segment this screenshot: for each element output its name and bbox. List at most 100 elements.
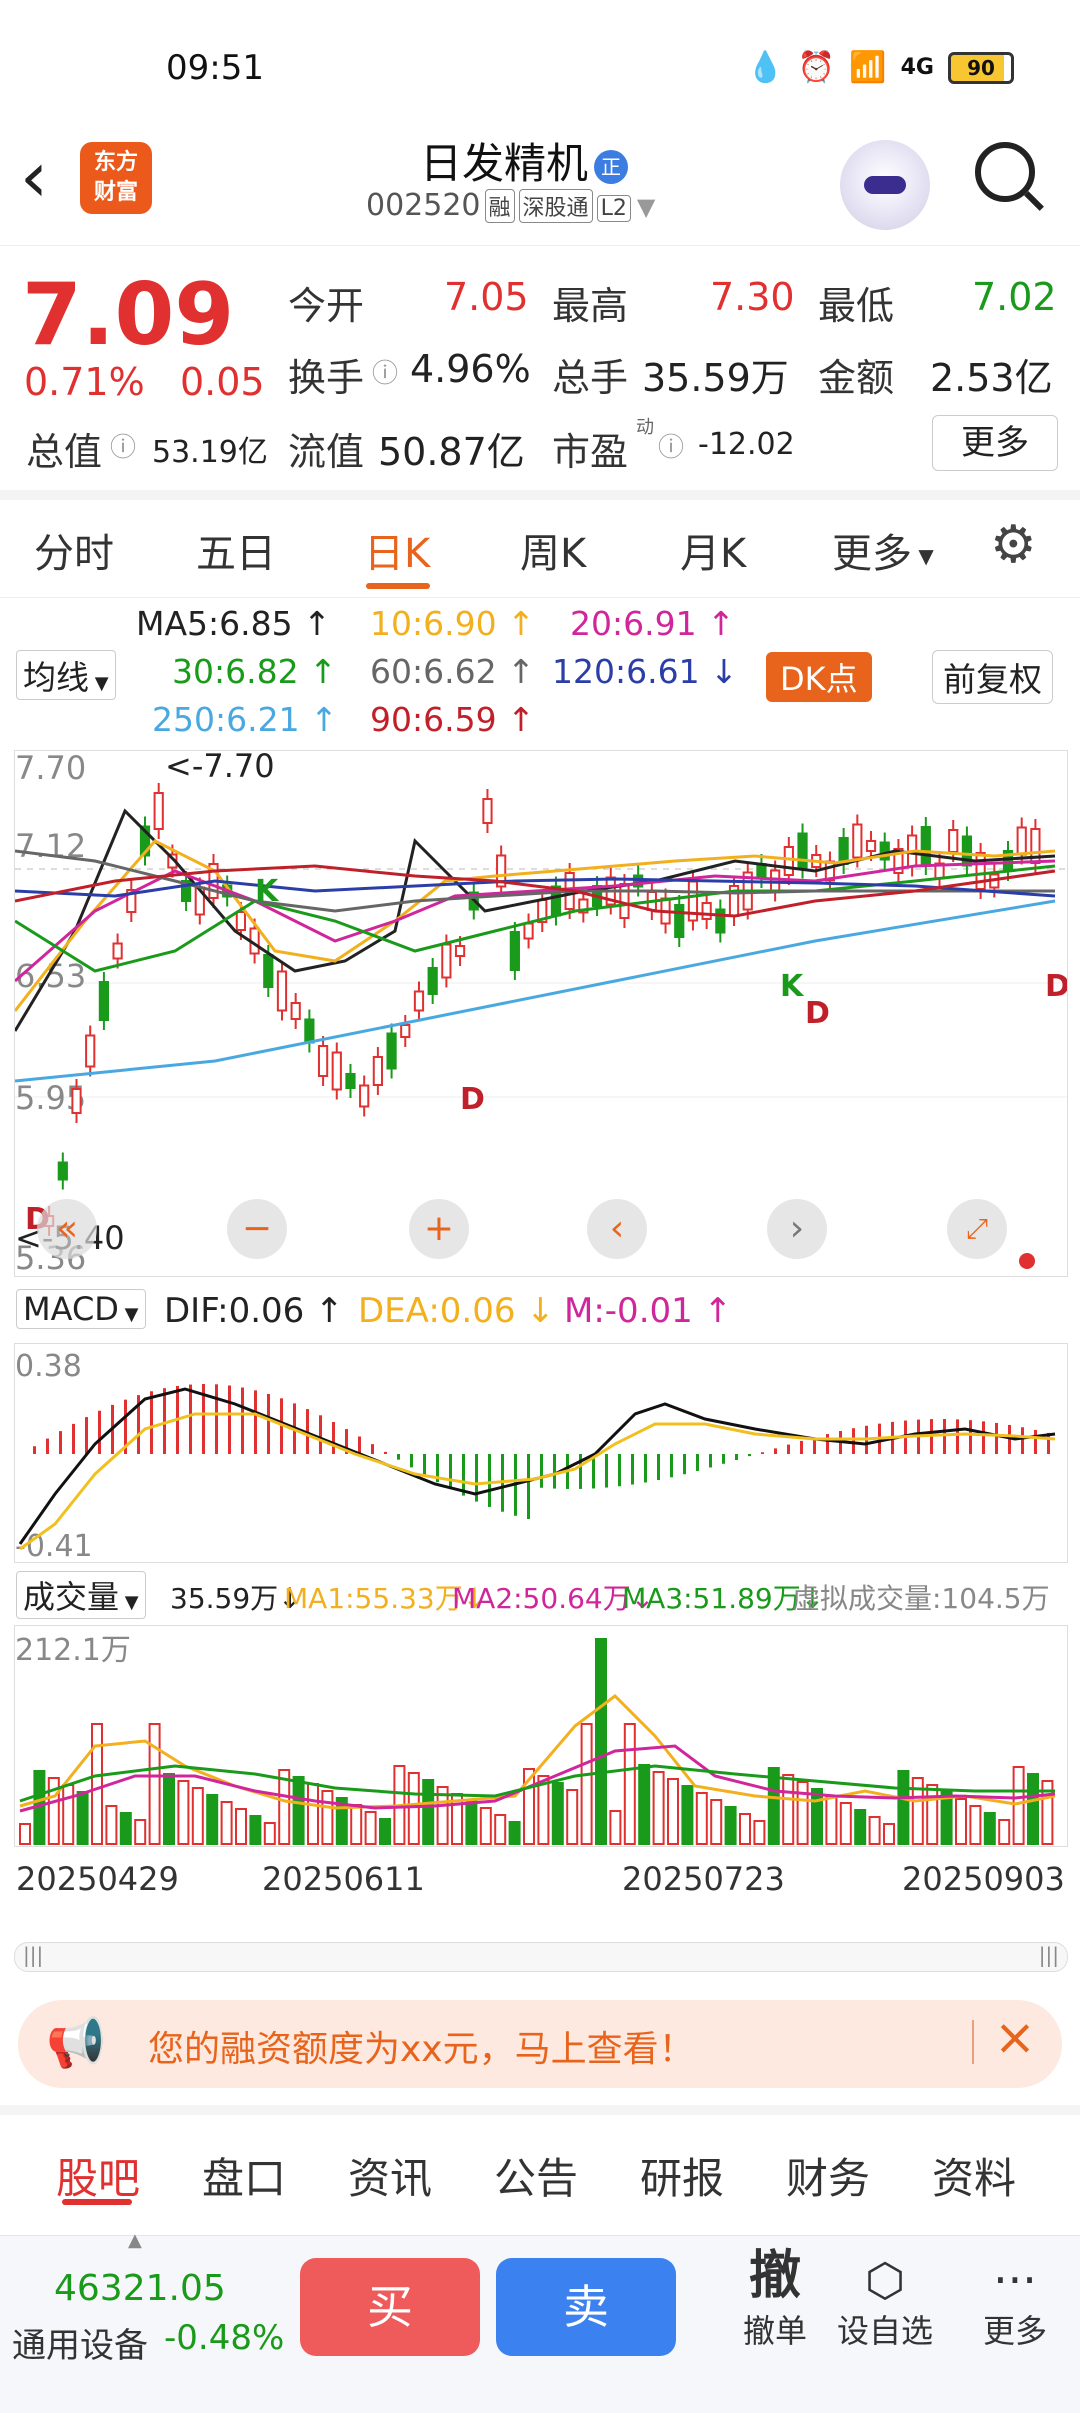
drop-icon: 💧 [746, 50, 784, 85]
candle [153, 792, 164, 830]
tab-guba[interactable]: 股吧 [56, 2145, 140, 2206]
candlestick-chart[interactable]: 7.70 7.12 6.53 5.95 5.36 <-7.70 <-5.40 K… [13, 747, 1070, 1277]
add-watchlist-button[interactable]: ⬡ 设自选 [830, 2254, 940, 2352]
sector-index-value[interactable]: 46321.05 [54, 2268, 226, 2309]
adjust-button[interactable]: 前复权 [932, 650, 1053, 704]
mktcap-value: 53.19亿 [152, 435, 268, 470]
macd-bar [982, 1421, 985, 1454]
tab-intraday[interactable]: 分时 [34, 521, 114, 579]
eastmoney-logo[interactable]: 东方 财富 [80, 142, 152, 214]
fullscreen-icon[interactable]: ⤢ [947, 1199, 1007, 1259]
volume-bar [91, 1723, 103, 1845]
volume-chart[interactable]: 212.1万 [14, 1625, 1068, 1847]
tab-finance[interactable]: 财务 [786, 2145, 870, 2206]
move-right-icon[interactable]: › [767, 1199, 827, 1259]
macd-chart[interactable]: 0.38 -0.41 [14, 1343, 1068, 1564]
promo-banner[interactable]: 📢 您的融资额度为xx元，马上查看！ × [18, 2000, 1062, 2088]
ma10-label: 10:6.90 ↑ [370, 604, 535, 643]
tab-daily-k[interactable]: 日K [364, 521, 430, 579]
robot-assistant-icon[interactable] [840, 140, 930, 230]
macd-bar [605, 1454, 608, 1488]
zoom-in-icon[interactable]: + [409, 1199, 469, 1259]
dk-point-button[interactable]: DK点 [766, 652, 872, 702]
volume-bar [868, 1816, 881, 1845]
back-icon[interactable]: ‹ [20, 142, 48, 212]
candle [331, 1051, 342, 1091]
tab-active-underline [366, 583, 430, 589]
macd-select-label: MACD [23, 1290, 119, 1328]
cancel-icon: 撤 [748, 2246, 801, 2306]
candle [317, 1045, 329, 1077]
volume-bar [134, 1819, 147, 1845]
stock-header: ‹ 东方 财富 日发精机正 002520 融深股通 L2 ▼ [0, 120, 1080, 246]
macd-bar [618, 1454, 621, 1487]
volume-select[interactable]: 成交量 ▼ [16, 1571, 146, 1619]
macd-select[interactable]: MACD ▼ [16, 1289, 146, 1329]
zoom-out-icon[interactable]: − [227, 1199, 287, 1259]
volume-bar [307, 1783, 319, 1845]
volume-bar [983, 1812, 996, 1845]
dropdown-triangle-icon[interactable]: ▼ [637, 193, 655, 221]
candle [797, 832, 808, 870]
macd-bar [995, 1422, 998, 1454]
move-left-icon[interactable]: ‹ [587, 1199, 647, 1259]
close-icon[interactable]: × [994, 2008, 1036, 2066]
more-dots-icon: ··· [993, 2253, 1037, 2307]
tab-pankou[interactable]: 盘口 [202, 2145, 286, 2206]
tab-five-day[interactable]: 五日 [196, 521, 276, 579]
candle [852, 823, 863, 859]
quote-more-button[interactable]: 更多 [932, 415, 1058, 471]
macd-bar [332, 1421, 335, 1454]
cancel-order-button[interactable]: 撤 撤单 [720, 2246, 830, 2352]
scroll-handle-right[interactable]: ||| [1039, 1943, 1059, 1967]
volume-bar [62, 1784, 75, 1845]
tab-monthly-k[interactable]: 月K [680, 521, 746, 579]
info-icon[interactable]: ⓘ [110, 427, 136, 464]
sell-button[interactable]: 卖 [496, 2258, 676, 2356]
ma-select[interactable]: 均线 ▼ [16, 650, 116, 700]
macd-bar [189, 1384, 192, 1454]
volume-bar [782, 1774, 795, 1845]
volume-bar [465, 1800, 478, 1845]
turnover-label: 换手 [288, 356, 365, 400]
macd-m: M:-0.01 ↑ [564, 1291, 733, 1331]
volume-bar [811, 1788, 823, 1845]
candle [413, 990, 425, 1012]
tab-weekly-k[interactable]: 周K [520, 521, 586, 579]
zoom-start-icon[interactable]: « [37, 1199, 97, 1259]
tab-announcements[interactable]: 公告 [494, 2145, 578, 2206]
tab-news[interactable]: 资讯 [348, 2145, 432, 2206]
search-icon[interactable] [975, 142, 1035, 202]
stock-code[interactable]: 002520 融深股通 L2 ▼ [366, 188, 655, 223]
chart-scrollbar[interactable]: ||| ||| [14, 1942, 1068, 1972]
macd-bar [423, 1454, 426, 1475]
macd-bar [761, 1452, 764, 1454]
volume-bar [292, 1776, 305, 1845]
svg-text:K: K [255, 874, 280, 909]
tab-research[interactable]: 研报 [640, 2145, 724, 2206]
sector-name[interactable]: 通用设备 [12, 2318, 148, 2367]
scroll-handle-left[interactable]: ||| [23, 1943, 43, 1967]
volume-bar [479, 1807, 492, 1845]
macd-bar [735, 1454, 738, 1460]
hexagon-gear-icon: ⬡ [864, 2253, 906, 2307]
tab-more[interactable]: 更多 ▼ [832, 521, 934, 579]
stock-name-text: 日发精机 [420, 139, 589, 188]
tab-profile[interactable]: 资料 [932, 2145, 1016, 2206]
info-icon[interactable]: ⓘ [658, 427, 684, 464]
candle [975, 852, 986, 890]
volume-bar [163, 1773, 175, 1845]
footer-more-button[interactable]: ··· 更多 [960, 2254, 1070, 2352]
volume-bar [753, 1820, 766, 1845]
expand-up-icon[interactable]: ▲ [128, 2230, 142, 2251]
buy-button[interactable]: 买 [300, 2258, 480, 2356]
volume-bar [19, 1823, 31, 1845]
macd-legend: MACD ▼ DIF:0.06 ↑ DEA:0.06 ↓ M:-0.01 ↑ [0, 1285, 1080, 1335]
low-label: 最低 [818, 284, 895, 328]
volume-bar [494, 1814, 507, 1845]
gear-icon[interactable]: ⚙ [990, 515, 1037, 575]
volume-bar [119, 1812, 132, 1845]
candle [345, 1073, 356, 1089]
chart-tabs: 分时 五日 日K 周K 月K 更多 ▼ ⚙ [0, 497, 1080, 598]
info-icon[interactable]: ⓘ [372, 353, 398, 390]
